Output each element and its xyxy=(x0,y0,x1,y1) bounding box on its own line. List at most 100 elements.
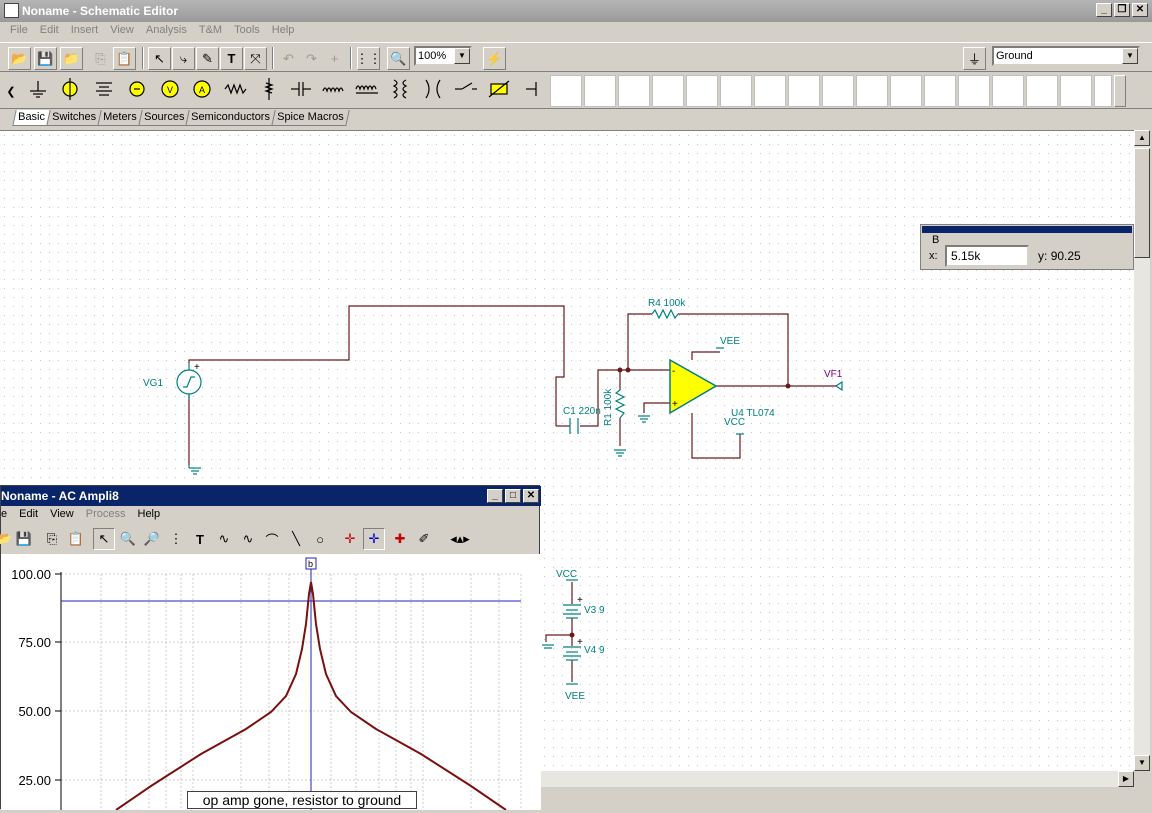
line-icon[interactable]: ╲ xyxy=(285,528,307,550)
cursor-b-icon[interactable]: ✛ xyxy=(363,528,385,550)
menu-analysis[interactable]: Analysis xyxy=(140,22,193,41)
label-vg1: VG1 xyxy=(143,378,163,389)
ac-minimize-button[interactable]: _ xyxy=(487,489,503,503)
copy-icon[interactable]: ⎘ xyxy=(89,47,112,70)
scroll-right-button[interactable]: ▶ xyxy=(1118,771,1134,787)
ac-analysis-window: Noname - AC Ampli8 _ □ ✕ e Edit View Pro… xyxy=(0,485,541,811)
cursor-a-icon[interactable]: ✛ xyxy=(339,528,361,550)
y-tick-75: 75.00 xyxy=(18,635,51,650)
minimize-button[interactable]: _ xyxy=(1096,3,1112,17)
circle-icon[interactable]: ○ xyxy=(309,528,331,550)
label-r4: R4 100k xyxy=(648,298,686,309)
copy-icon[interactable]: ⎘ xyxy=(41,528,63,550)
ground-palette-button[interactable] xyxy=(21,75,53,107)
component-select[interactable]: Ground ▼ xyxy=(992,46,1140,66)
palette-tabs: Basic Switches Meters Sources Semiconduc… xyxy=(12,110,350,126)
scroll-up-button[interactable]: ▲ xyxy=(1134,130,1150,146)
cursor-label: B xyxy=(932,234,940,246)
ground-place-icon[interactable]: ⏚ xyxy=(963,47,986,70)
schematic-editor-window: Noname - Schematic Editor _ ❐ ✕ File Edi… xyxy=(0,0,1152,811)
ac-maximize-button[interactable]: □ xyxy=(505,489,521,503)
tab-meters[interactable]: Meters xyxy=(97,110,143,126)
ac-menu-view[interactable]: View xyxy=(44,506,80,524)
move-arrows-icon[interactable]: ◂▴▸ xyxy=(449,528,471,550)
ac-plot-area[interactable]: 100.00 75.00 50.00 25.00 b xyxy=(1,554,541,811)
zoom-in-icon[interactable]: 🔍 xyxy=(117,528,139,550)
ac-menu-edit[interactable]: Edit xyxy=(13,506,44,524)
curve-3-icon[interactable]: ⌒ xyxy=(261,528,283,550)
chevron-down-icon[interactable]: ▼ xyxy=(1122,48,1138,64)
plus-icon[interactable]: + xyxy=(323,47,346,70)
scroll-down-button[interactable]: ▼ xyxy=(1134,755,1150,771)
label-vcc-supply: VCC xyxy=(556,569,577,580)
y-tick-100: 100.00 xyxy=(11,567,51,582)
ac-title-bar: Noname - AC Ampli8 _ □ ✕ xyxy=(1,486,541,506)
svg-text:+: + xyxy=(194,362,200,373)
select-arrow-icon[interactable]: ↖ xyxy=(93,528,115,550)
menu-bar: File Edit Insert View Analysis T&M Tools… xyxy=(0,22,1152,41)
y-readout: y: 90.25 xyxy=(1038,249,1081,263)
horizontal-scrollbar[interactable]: ▶ xyxy=(540,771,1134,787)
cursor-coordinate-panel: B x: 5.15k y: 90.25 xyxy=(920,224,1134,270)
paste-icon[interactable]: 📋 xyxy=(113,47,136,70)
scroll-thumb[interactable] xyxy=(1134,148,1150,258)
add-curve-icon[interactable]: ✚ xyxy=(389,528,411,550)
ac-close-button[interactable]: ✕ xyxy=(523,489,539,503)
label-vee-supply: VEE xyxy=(565,691,585,702)
paste-icon[interactable]: 📋 xyxy=(65,528,87,550)
ac-menu-process[interactable]: Process xyxy=(80,506,132,524)
delete-wire-icon[interactable]: ⤧ xyxy=(244,47,267,70)
app-icon xyxy=(4,3,19,18)
ac-menu-help[interactable]: Help xyxy=(132,506,167,524)
tab-sources[interactable]: Sources xyxy=(137,110,190,126)
curve-2-icon[interactable]: ∿ xyxy=(237,528,259,550)
ac-menu-bar: e Edit View Process Help xyxy=(1,506,166,524)
zoom-out-icon[interactable]: 🔎 xyxy=(141,528,163,550)
tab-switches[interactable]: Switches xyxy=(46,110,102,126)
save-icon[interactable]: 💾 xyxy=(34,47,57,70)
menu-edit[interactable]: Edit xyxy=(34,22,65,41)
close-button[interactable]: ✕ xyxy=(1132,3,1148,17)
open-icon[interactable]: 📁 xyxy=(60,47,83,70)
svg-text:-: - xyxy=(672,366,675,377)
save-icon[interactable]: 💾 xyxy=(13,528,35,550)
component-icon[interactable]: ⚡ xyxy=(483,47,506,70)
pencil-icon[interactable]: ✎ xyxy=(196,47,219,70)
text-icon[interactable]: T xyxy=(189,528,211,550)
zoom-select[interactable]: 100% ▼ xyxy=(414,46,472,66)
chevron-down-icon[interactable]: ▼ xyxy=(454,48,470,64)
y-tick-50: 50.00 xyxy=(18,704,51,719)
menu-tools[interactable]: Tools xyxy=(228,22,266,41)
svg-text:+: + xyxy=(577,637,583,648)
open-folder-icon[interactable]: 📂 xyxy=(8,47,31,70)
probe-icon[interactable]: ✐ xyxy=(413,528,435,550)
menu-help[interactable]: Help xyxy=(266,22,301,41)
curve-icon[interactable]: ∿ xyxy=(213,528,235,550)
palette-right-scroll[interactable] xyxy=(1114,75,1126,107)
select-arrow-icon[interactable]: ↖ xyxy=(148,47,171,70)
tab-semiconductors[interactable]: Semiconductors xyxy=(185,110,276,126)
grid-icon[interactable]: ⋮ xyxy=(165,528,187,550)
menu-view[interactable]: View xyxy=(104,22,140,41)
text-icon[interactable]: T xyxy=(220,47,243,70)
menu-tm[interactable]: T&M xyxy=(193,22,228,41)
zoom-icon[interactable]: 🔍 xyxy=(387,47,410,70)
vertical-scrollbar[interactable]: ▲ ▼ xyxy=(1134,130,1150,771)
tab-basic[interactable]: Basic xyxy=(12,110,51,126)
label-r1: R1 100k xyxy=(603,388,614,426)
title-bar: Noname - Schematic Editor _ ❐ ✕ xyxy=(0,0,1152,22)
menu-insert[interactable]: Insert xyxy=(65,22,105,41)
restore-button[interactable]: ❐ xyxy=(1114,3,1130,17)
redo-icon[interactable]: ↷ xyxy=(300,47,323,70)
grid-icon[interactable]: ⋮⋮ xyxy=(356,47,382,70)
undo-icon[interactable]: ↶ xyxy=(277,47,300,70)
svg-text:b: b xyxy=(308,559,313,569)
tab-spice-macros[interactable]: Spice Macros xyxy=(271,110,350,126)
wire xyxy=(188,305,565,426)
label-c1: C1 220n xyxy=(563,406,601,417)
x-value-field[interactable]: 5.15k xyxy=(945,245,1029,267)
wire-icon[interactable]: ⤷ xyxy=(172,47,195,70)
menu-file[interactable]: File xyxy=(4,22,34,41)
zoom-value: 100% xyxy=(418,50,447,62)
ac-menu-file[interactable]: e xyxy=(1,506,13,524)
